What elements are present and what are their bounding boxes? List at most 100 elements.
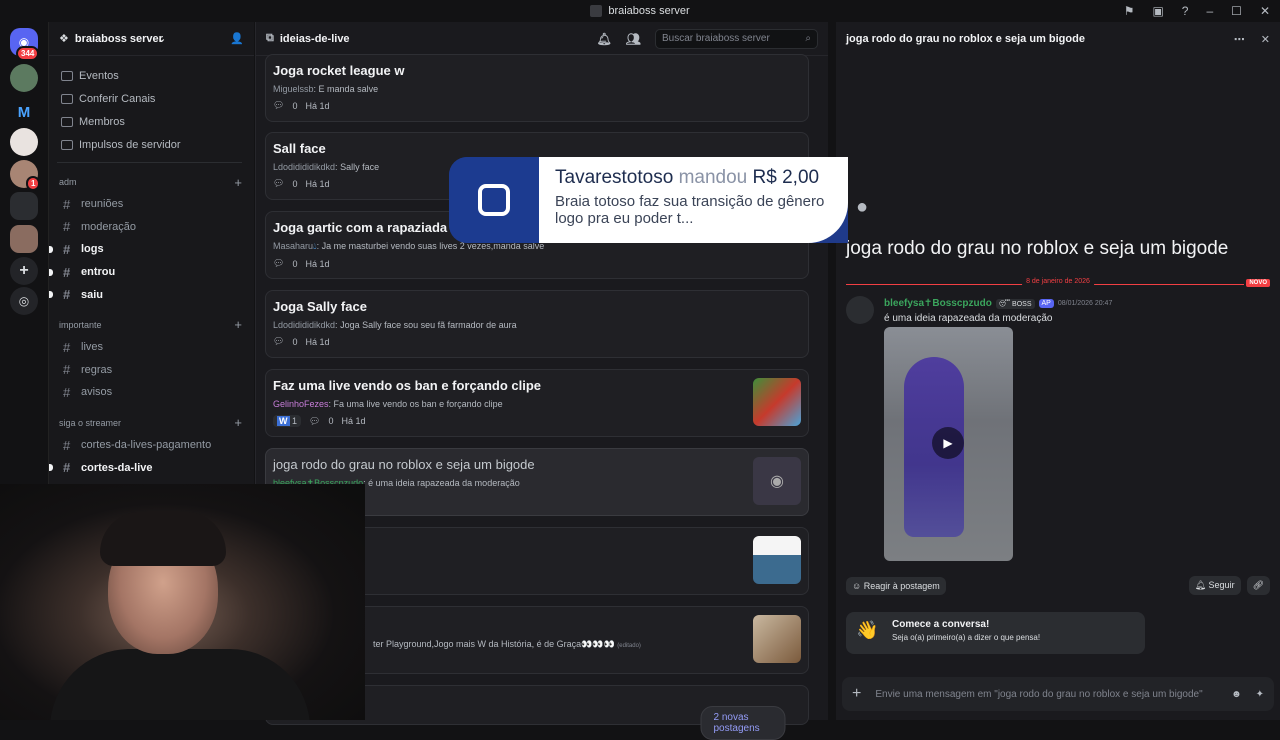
search-input[interactable]: Buscar braiaboss server ⌕ xyxy=(655,28,818,49)
channel-regras[interactable]: # regras xyxy=(49,359,254,382)
server-icon-3[interactable] xyxy=(10,128,38,156)
date-separator: 8 de janeiro de 2026 NOVO xyxy=(846,278,1270,290)
server-icon-2[interactable]: M xyxy=(10,98,38,126)
home-button[interactable]: ◉ 344 xyxy=(10,28,40,61)
post-author: GelinhoFezes xyxy=(273,399,329,409)
channel-label: entrou xyxy=(81,266,116,279)
post-preview: GelinhoFezes: Fa uma live vendo os ban e… xyxy=(273,399,503,409)
post-age: Há 1d xyxy=(305,100,330,111)
events-link[interactable]: Eventos xyxy=(49,64,254,87)
new-posts-button[interactable]: 2 novas postagens xyxy=(700,706,786,740)
calendar-icon xyxy=(61,70,73,81)
forum-post[interactable]: Joga Sally face Ldodidididikdkd: Joga Sa… xyxy=(265,290,809,358)
message-input[interactable]: + Envie uma mensagem em "joga rodo do gr… xyxy=(842,677,1274,711)
channel-cortes-da-live[interactable]: # cortes-da-live xyxy=(49,456,254,479)
channel-label: cortes-da-live xyxy=(81,461,153,474)
emoji-icon[interactable]: ☻ xyxy=(1231,689,1242,700)
forum-channel-name: ideias-de-live xyxy=(279,32,350,45)
flag-icon[interactable]: ⚑ xyxy=(1124,4,1135,18)
channel-label: reuniões xyxy=(81,198,124,211)
bell-icon[interactable]: 🔔︎ xyxy=(597,32,612,46)
category-label: siga o streamer xyxy=(59,417,122,428)
inbox-icon[interactable]: ▣ xyxy=(1152,4,1163,18)
server-icon-5[interactable] xyxy=(10,225,38,253)
home-badge: 344 xyxy=(16,46,40,61)
thread-header-title: joga rodo do grau no roblox e seja um bi… xyxy=(846,33,1085,45)
close-icon[interactable]: ✕ xyxy=(1261,33,1270,46)
donation-verb: mandou xyxy=(678,167,748,188)
server-icon-1[interactable] xyxy=(10,64,38,92)
members-icon xyxy=(61,116,73,127)
help-icon[interactable]: ? xyxy=(1182,4,1189,18)
donation-amount: R$ 2,00 xyxy=(752,167,820,188)
category-adm[interactable]: adm + xyxy=(49,171,254,193)
add-channel-icon[interactable]: + xyxy=(234,415,242,430)
date-label: 8 de janeiro de 2026 xyxy=(1022,278,1094,285)
thread-actions: 🔔︎ Seguir 🔗︎ xyxy=(1188,576,1270,595)
close-window-icon[interactable]: ✕ xyxy=(1260,4,1270,18)
channel-lives[interactable]: # lives xyxy=(49,336,254,359)
app-tag: AP xyxy=(1038,299,1054,308)
search-placeholder: Buscar braiaboss server xyxy=(662,33,770,44)
minimize-icon[interactable]: – xyxy=(1206,4,1213,18)
category-importante[interactable]: importante + xyxy=(49,314,254,336)
donation-line: Tavarestotoso mandou R$ 2,00 xyxy=(555,167,832,189)
browse-channels-link[interactable]: Conferir Canais xyxy=(49,87,254,110)
reaction-w[interactable]: W 1 xyxy=(273,415,302,427)
more-icon[interactable]: ⋯ xyxy=(1234,33,1245,46)
channel-entrou[interactable]: # entrou xyxy=(49,261,254,284)
channel-cortes-pagamento[interactable]: # cortes-da-lives-pagamento xyxy=(49,434,254,457)
forum-post[interactable]: Joga rocket league w Miguelssb: E manda … xyxy=(265,54,809,122)
members-toggle-icon[interactable]: 👥︎ xyxy=(626,32,641,46)
react-button[interactable]: ☺ Reagir à postagem xyxy=(846,576,946,595)
boosts-link[interactable]: Impulsos de servidor xyxy=(49,133,254,156)
maximize-icon[interactable]: ☐ xyxy=(1231,4,1242,18)
channel-label: moderação xyxy=(81,220,137,233)
attach-icon[interactable]: + xyxy=(852,685,861,703)
channel-label: regras xyxy=(81,363,113,376)
server-badge: 1 xyxy=(26,176,41,191)
donor-name: Tavarestotoso xyxy=(555,167,674,188)
channel-avisos[interactable]: # avisos xyxy=(49,381,254,404)
post-author: Ldodidididikdkd xyxy=(273,320,336,330)
donation-logo xyxy=(449,157,539,243)
add-server-icon[interactable]: + xyxy=(10,257,38,285)
post-text: Sally face xyxy=(340,162,380,172)
hash-icon: # xyxy=(63,460,71,476)
link-icon[interactable]: 🔗︎ xyxy=(1246,576,1270,595)
forum-icon: ⧉ xyxy=(266,32,274,44)
post-author: Ldodidididikdkd xyxy=(273,162,336,172)
water-drop-icon: 💧︎ xyxy=(313,241,317,251)
post-age: Há 1d xyxy=(305,258,330,269)
channel-logs[interactable]: # logs xyxy=(49,238,254,261)
hash-icon: # xyxy=(63,437,71,453)
add-channel-icon[interactable]: + xyxy=(234,317,242,332)
comment-icon: 💬︎ xyxy=(273,100,285,110)
post-title: Faz uma live vendo os ban e forçando cli… xyxy=(273,378,542,393)
video-attachment[interactable]: ▶ xyxy=(884,327,1013,561)
welcome-card: 👋 Comece a conversa! Seja o(a) primeiro(… xyxy=(846,612,1145,654)
add-channel-icon[interactable]: + xyxy=(234,175,242,190)
channel-saiu[interactable]: # saiu xyxy=(49,283,254,306)
channel-reunioes[interactable]: # reuniões xyxy=(49,193,254,216)
invite-icon[interactable]: 👤 xyxy=(230,32,244,45)
server-icon-current[interactable] xyxy=(10,192,38,220)
eye-icon: ◉ xyxy=(753,457,801,505)
category-siga[interactable]: siga o streamer + xyxy=(49,412,254,434)
channel-label: avisos xyxy=(81,386,113,399)
app-icon xyxy=(590,5,603,17)
discover-icon[interactable]: ◎ xyxy=(10,287,38,315)
members-link[interactable]: Membros xyxy=(49,110,254,133)
channel-moderacao[interactable]: # moderação xyxy=(49,216,254,239)
reply-count: 0 xyxy=(328,416,334,426)
forum-post[interactable]: Faz uma live vendo os ban e forçando cli… xyxy=(265,369,809,437)
server-header[interactable]: ❖ braiaboss server ⌄ 👤 xyxy=(49,22,254,56)
avatar[interactable] xyxy=(846,296,874,324)
post-age: Há 1d xyxy=(305,178,330,189)
play-icon[interactable]: ▶ xyxy=(932,427,964,459)
message-author[interactable]: bleefysa✝Bosscpzudo xyxy=(884,298,992,309)
server-icon-4[interactable]: 1 xyxy=(10,160,41,191)
browse-label: Conferir Canais xyxy=(79,92,156,105)
follow-button[interactable]: 🔔︎ Seguir xyxy=(1188,576,1241,595)
apps-icon[interactable]: ✦ xyxy=(1256,689,1264,700)
